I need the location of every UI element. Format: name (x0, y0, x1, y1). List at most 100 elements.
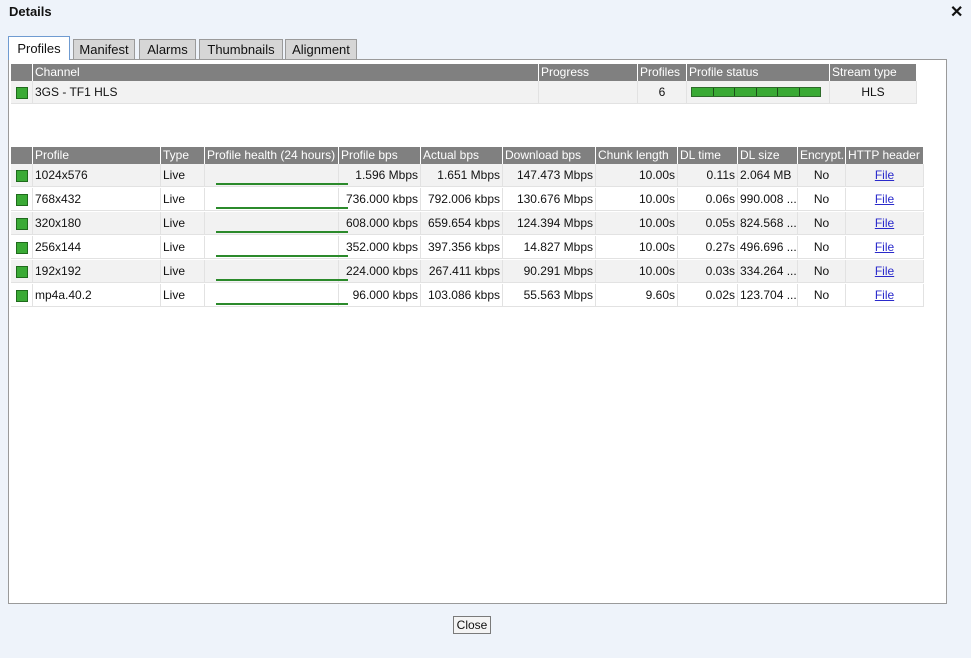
file-link[interactable]: File (875, 240, 894, 254)
tab-profiles[interactable]: Profiles (8, 36, 70, 60)
download-bps: 124.394 Mbps (503, 212, 596, 235)
dl-time: 0.02s (678, 284, 738, 307)
profile-bps: 608.000 kbps (339, 212, 421, 235)
profile-status-cell (11, 284, 33, 307)
chunk-length: 10.00s (596, 164, 678, 187)
profile-status-bar (691, 87, 821, 97)
dl-size: 824.568 ... (738, 212, 798, 235)
profiles-header[interactable]: Profiles (638, 64, 687, 81)
status-ok-icon (16, 170, 28, 182)
channel-status-cell (11, 81, 33, 104)
progress-header[interactable]: Progress (539, 64, 638, 81)
actual-bps: 792.006 kbps (421, 188, 503, 211)
profile-name: 192x192 (33, 260, 161, 283)
dl-time: 0.03s (678, 260, 738, 283)
http-header-link: File (846, 164, 924, 187)
encrypt: No (798, 260, 846, 283)
http-header-link: File (846, 212, 924, 235)
encrypt: No (798, 164, 846, 187)
encrypt-col-header[interactable]: Encrypt. (798, 147, 846, 164)
profiles-panel: Channel Progress Profiles Profile status… (8, 59, 947, 604)
actual-bps: 397.356 kbps (421, 236, 503, 259)
file-link[interactable]: File (875, 264, 894, 278)
channel-header-spacer (11, 64, 33, 81)
chunk-length: 10.00s (596, 260, 678, 283)
profile-health-line (216, 279, 348, 281)
channel-profiles-count: 6 (638, 81, 687, 104)
profile-name: 320x180 (33, 212, 161, 235)
tab-alignment[interactable]: Alignment (285, 39, 357, 60)
tab-manifest[interactable]: Manifest (73, 39, 135, 60)
file-link[interactable]: File (875, 168, 894, 182)
profile-status-header[interactable]: Profile status (687, 64, 830, 81)
file-link[interactable]: File (875, 192, 894, 206)
profile-status-cell (11, 236, 33, 259)
type-col-header[interactable]: Type (161, 147, 205, 164)
chunk-length: 10.00s (596, 236, 678, 259)
download-bps: 55.563 Mbps (503, 284, 596, 307)
profile-type: Live (161, 260, 205, 283)
status-ok-icon (16, 194, 28, 206)
dl-size: 990.008 ... (738, 188, 798, 211)
status-ok-icon (16, 242, 28, 254)
file-link[interactable]: File (875, 216, 894, 230)
health-col-header[interactable]: Profile health (24 hours) (205, 147, 339, 164)
http-header-link: File (846, 188, 924, 211)
actual-bps-col-header[interactable]: Actual bps (421, 147, 503, 164)
profile-type: Live (161, 236, 205, 259)
profile-status-cell (11, 212, 33, 235)
download-bps: 14.827 Mbps (503, 236, 596, 259)
dl-time-col-header[interactable]: DL time (678, 147, 738, 164)
profile-name: mp4a.40.2 (33, 284, 161, 307)
close-icon[interactable]: ✕ (950, 2, 963, 22)
profile-bps: 96.000 kbps (339, 284, 421, 307)
stream-type-header[interactable]: Stream type (830, 64, 917, 81)
channel-header[interactable]: Channel (33, 64, 539, 81)
actual-bps: 103.086 kbps (421, 284, 503, 307)
tab-thumbnails[interactable]: Thumbnails (199, 39, 283, 60)
profile-name: 768x432 (33, 188, 161, 211)
profile-health-line (216, 183, 348, 185)
actual-bps: 267.411 kbps (421, 260, 503, 283)
profile-bps: 224.000 kbps (339, 260, 421, 283)
dl-size-col-header[interactable]: DL size (738, 147, 798, 164)
tab-alarms[interactable]: Alarms (139, 39, 196, 60)
profile-header-spacer (11, 147, 33, 164)
close-button[interactable]: Close (453, 616, 491, 634)
http-header-link: File (846, 284, 924, 307)
chunk-length: 10.00s (596, 212, 678, 235)
encrypt: No (798, 236, 846, 259)
dl-size: 496.696 ... (738, 236, 798, 259)
download-bps: 130.676 Mbps (503, 188, 596, 211)
profile-health-line (216, 255, 348, 257)
profile-type: Live (161, 164, 205, 187)
status-ok-icon (16, 218, 28, 230)
http-header-col-header[interactable]: HTTP header (846, 147, 924, 164)
window-title: Details (9, 4, 52, 19)
dl-time: 0.11s (678, 164, 738, 187)
dl-size: 123.704 ... (738, 284, 798, 307)
profile-bps: 736.000 kbps (339, 188, 421, 211)
dl-size: 334.264 ... (738, 260, 798, 283)
chunk-length-col-header[interactable]: Chunk length (596, 147, 678, 164)
file-link[interactable]: File (875, 288, 894, 302)
profile-status-cell (11, 260, 33, 283)
profile-type: Live (161, 212, 205, 235)
channel-stream-type: HLS (830, 81, 917, 104)
dl-time: 0.27s (678, 236, 738, 259)
actual-bps: 1.651 Mbps (421, 164, 503, 187)
profile-type: Live (161, 284, 205, 307)
profile-bps-col-header[interactable]: Profile bps (339, 147, 421, 164)
channel-progress (539, 81, 638, 104)
chunk-length: 10.00s (596, 188, 678, 211)
dl-time: 0.06s (678, 188, 738, 211)
download-bps-col-header[interactable]: Download bps (503, 147, 596, 164)
profile-bps: 352.000 kbps (339, 236, 421, 259)
profile-health-line (216, 303, 348, 305)
dl-size: 2.064 MB (738, 164, 798, 187)
profile-col-header[interactable]: Profile (33, 147, 161, 164)
status-ok-icon (16, 266, 28, 278)
actual-bps: 659.654 kbps (421, 212, 503, 235)
download-bps: 147.473 Mbps (503, 164, 596, 187)
encrypt: No (798, 284, 846, 307)
